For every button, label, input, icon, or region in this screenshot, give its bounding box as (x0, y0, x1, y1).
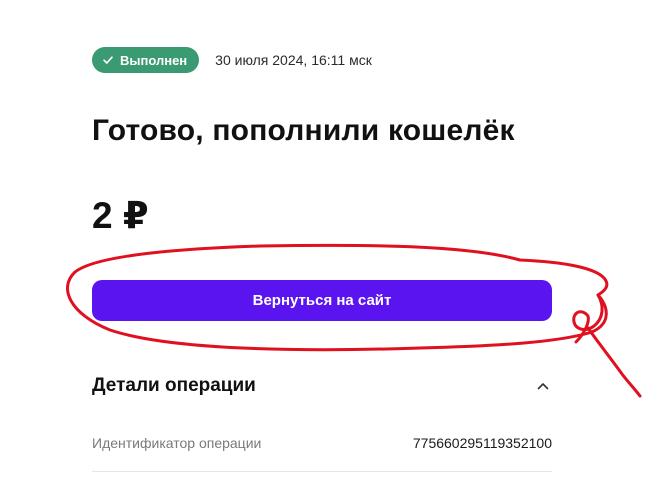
hand-drawn-annotation (66, 243, 642, 398)
detail-divider (92, 471, 552, 472)
annotation-arrow-tail (586, 326, 642, 398)
operation-timestamp: 30 июля 2024, 16:11 мск (215, 52, 372, 68)
operation-details-title: Детали операции (92, 375, 256, 396)
detail-value: 775660295119352100 (412, 435, 552, 451)
operation-details-header[interactable]: Детали операции (92, 372, 552, 400)
operation-amount: 2 ₽ (92, 195, 149, 236)
status-badge-label: Выполнен (120, 52, 188, 68)
detail-label: Идентификатор операции (92, 435, 262, 451)
status-row: Выполнен 30 июля 2024, 16:11 мск (92, 47, 372, 73)
annotation-swirl (572, 293, 604, 344)
return-to-site-button[interactable]: Вернуться на сайт (92, 280, 552, 321)
status-badge: Выполнен (92, 47, 200, 73)
page-title: Готово, пополнили кошелёк (92, 114, 515, 147)
detail-row-operation-id: Идентификатор операции 77566029511935210… (92, 433, 552, 453)
check-icon (103, 56, 113, 64)
payment-result-page: Выполнен 30 июля 2024, 16:11 мск Готово,… (0, 0, 655, 492)
chevron-up-icon[interactable] (536, 379, 550, 393)
